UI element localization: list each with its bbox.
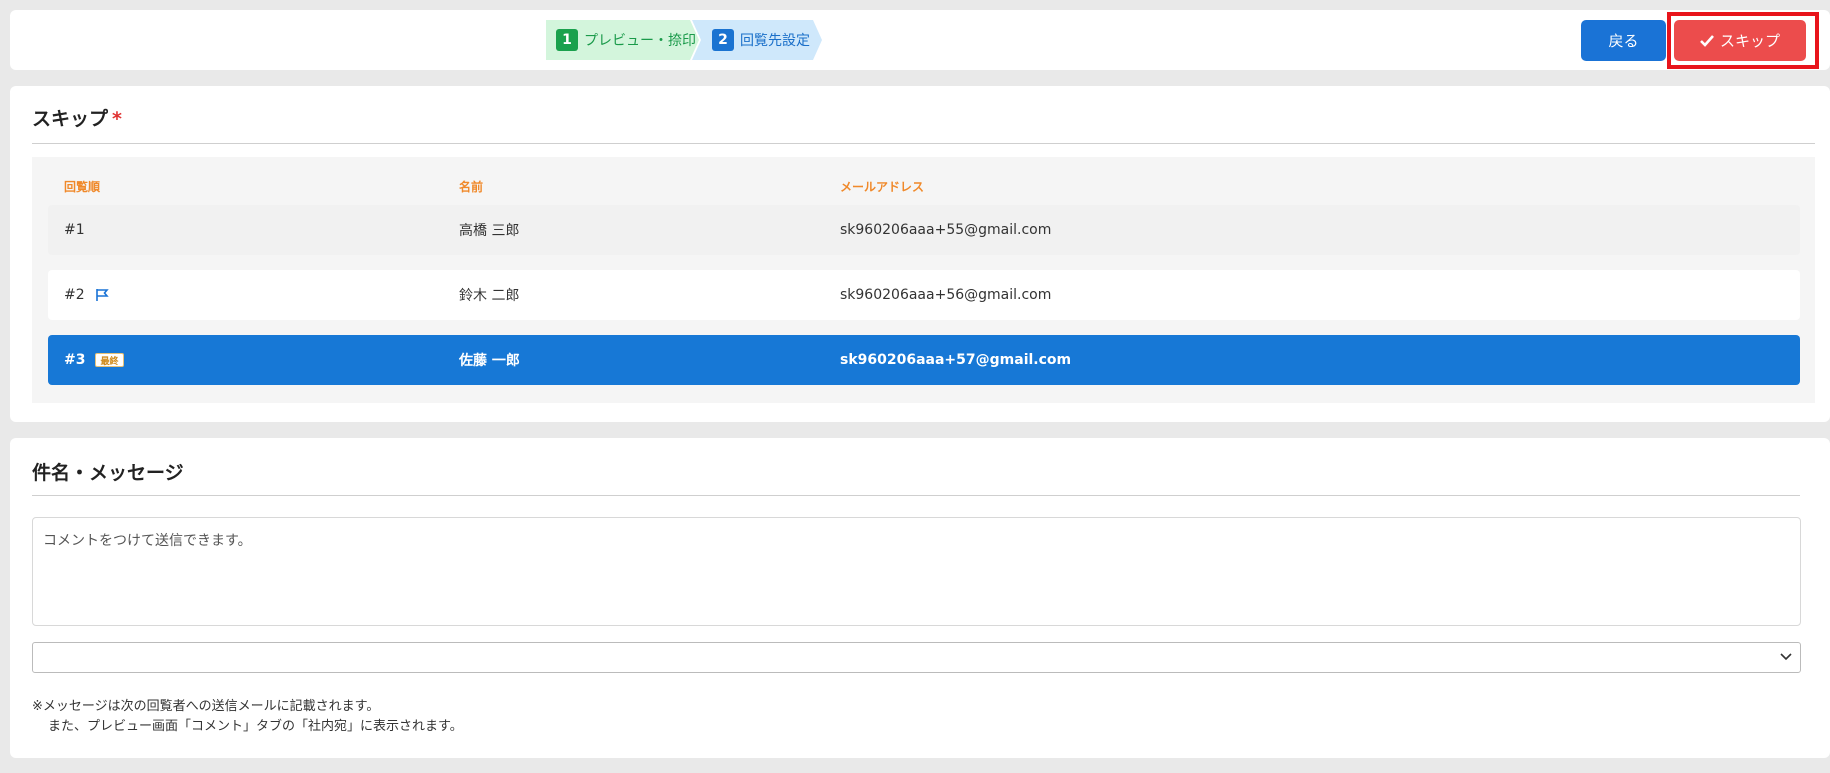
skip-button-label: スキップ (1719, 33, 1780, 50)
step-circulation-settings[interactable]: 2 回覧先設定 (692, 20, 822, 60)
step-number: 1 (556, 29, 578, 51)
message-template-select[interactable] (32, 642, 1801, 673)
check-icon (1700, 34, 1714, 47)
top-bar (10, 10, 1830, 70)
step-number: 2 (712, 29, 734, 51)
table-row-selected[interactable]: #3 最終 佐藤 一郎 sk960206aaa+57@gmail.com (48, 335, 1800, 385)
column-header-order: 回覧順 (64, 180, 101, 194)
message-section-title: 件名・メッセージ (32, 462, 184, 484)
divider (32, 143, 1815, 144)
row-name: 鈴木 二郎 (459, 288, 520, 304)
row-order: #1 (64, 222, 85, 238)
note-line-1: ※メッセージは次の回覧者への送信メールに記載されます。 (32, 699, 380, 714)
message-section: 件名・メッセージ コメントをつけて送信できます。 ※メッセージは次の回覧者への送… (10, 438, 1830, 758)
skip-section-title: スキップ * (32, 108, 122, 130)
row-email: sk960206aaa+56@gmail.com (840, 287, 1052, 303)
comment-textarea[interactable]: コメントをつけて送信できます。 (32, 517, 1801, 626)
note-line-2: また、プレビュー画面「コメント」タブの「社内宛」に表示されます。 (48, 719, 463, 734)
skip-button[interactable]: スキップ (1674, 20, 1806, 61)
step-preview-stamp[interactable]: 1 プレビュー・捺印 (546, 20, 699, 60)
circulation-table: 回覧順 名前 メールアドレス #1 高橋 三郎 sk960206aaa+55@g… (32, 157, 1815, 403)
step-label: プレビュー・捺印 (584, 33, 696, 49)
final-badge: 最終 (95, 353, 124, 367)
chevron-down-icon (1780, 653, 1792, 661)
back-button[interactable]: 戻る (1581, 20, 1666, 61)
table-row[interactable]: #2 鈴木 二郎 sk960206aaa+56@gmail.com (48, 270, 1800, 320)
skip-section: スキップ * 回覧順 名前 メールアドレス #1 高橋 三郎 sk960206aa… (10, 86, 1830, 422)
row-email: sk960206aaa+55@gmail.com (840, 222, 1052, 238)
row-order: #2 (64, 270, 109, 320)
column-header-name: 名前 (459, 180, 484, 194)
message-note: ※メッセージは次の回覧者への送信メールに記載されます。 また、プレビュー画面「コ… (32, 697, 463, 737)
row-name: 佐藤 一郎 (459, 353, 520, 369)
column-header-email: メールアドレス (840, 180, 925, 194)
row-order: #3 最終 (64, 335, 124, 385)
table-row[interactable]: #1 高橋 三郎 sk960206aaa+55@gmail.com (48, 205, 1800, 255)
flag-icon (95, 289, 109, 301)
required-mark: * (112, 108, 122, 130)
row-email: sk960206aaa+57@gmail.com (840, 352, 1072, 368)
divider (32, 495, 1800, 496)
step-label: 回覧先設定 (740, 33, 810, 49)
step-indicator: 1 プレビュー・捺印 2 回覧先設定 (546, 20, 822, 60)
row-name: 高橋 三郎 (459, 223, 520, 239)
